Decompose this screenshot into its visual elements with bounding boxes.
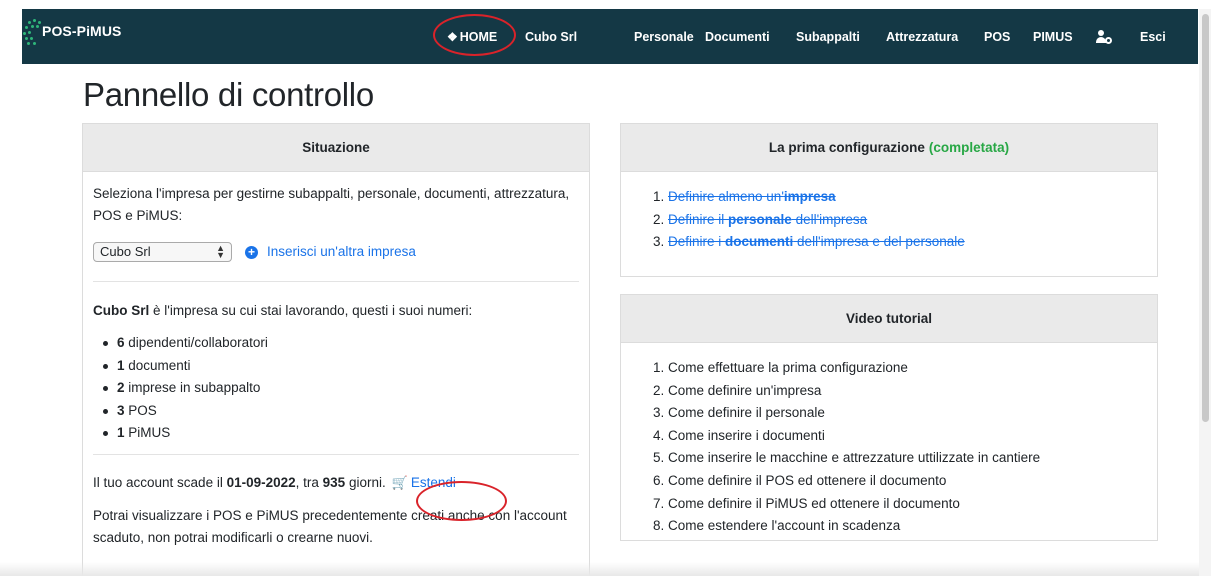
list-item: 2 imprese in subappalto	[101, 377, 579, 400]
company-summary-text: è l'impresa su cui stai lavorando, quest…	[149, 303, 473, 318]
expiry-note: Potrai visualizzare i POS e PiMUS preced…	[93, 507, 567, 545]
nav-subappalti[interactable]: Subappalti	[796, 30, 860, 44]
video-item[interactable]: Come definire il POS ed ottenere il docu…	[668, 470, 1157, 493]
video-tutorial-header: Video tutorial	[621, 295, 1157, 343]
video-item[interactable]: Come inserire i documenti	[668, 425, 1157, 448]
nav-user-settings[interactable]	[1096, 9, 1112, 64]
bottom-edge	[0, 562, 1199, 576]
video-tutorial-card: Video tutorial Come effettuare la prima …	[620, 294, 1158, 541]
nav-logout[interactable]: Esci	[1140, 30, 1166, 44]
video-item[interactable]: Come inserire le macchine e attrezzature…	[668, 447, 1157, 470]
cart-icon[interactable]: 🛒	[392, 472, 408, 494]
config-step-company[interactable]: Definire almeno un'impresa	[668, 186, 1157, 209]
nav-company[interactable]: Cubo Srl	[525, 30, 577, 44]
nav-documenti[interactable]: Documenti	[705, 30, 770, 44]
logo-dots-icon	[22, 19, 50, 49]
nav-pos[interactable]: POS	[984, 30, 1010, 44]
company-stats-list: 6 dipendenti/collaboratori 1 documenti 2…	[101, 332, 579, 445]
situazione-header: Situazione	[83, 124, 589, 172]
nav-attrezzatura[interactable]: Attrezzatura	[886, 30, 958, 44]
expiry-days: 935	[322, 474, 346, 490]
company-select[interactable]: Cubo Srl ▲ ▼	[93, 242, 232, 262]
nav-home[interactable]: ❖ HOME	[447, 9, 497, 64]
list-item: 6 dipendenti/collaboratori	[101, 332, 579, 355]
list-item: 1 documenti	[101, 355, 579, 378]
config-header: La prima configurazione (completata)	[621, 124, 1157, 172]
list-item: 1 PiMUS	[101, 422, 579, 445]
add-company-link[interactable]: Inserisci un'altra impresa	[267, 241, 416, 263]
video-tutorial-list: Come effettuare la prima configurazione …	[621, 357, 1157, 538]
video-item[interactable]: Come definire il personale	[668, 402, 1157, 425]
video-item[interactable]: Come effettuare la prima configurazione	[668, 357, 1157, 380]
select-arrows-icon: ▲ ▼	[216, 243, 225, 260]
plus-circle-icon[interactable]: +	[245, 245, 258, 259]
config-status: (completata)	[928, 140, 1010, 155]
page-title: Pannello di controllo	[83, 76, 374, 113]
config-step-documents[interactable]: Definire i documenti dell'impresa e del …	[668, 231, 1157, 254]
situazione-card: Situazione Seleziona l'impresa per gesti…	[82, 123, 590, 576]
video-item[interactable]: Come estendere l'account in scadenza	[668, 515, 1157, 538]
nav-personale[interactable]: Personale	[634, 30, 694, 44]
video-item[interactable]: Come definire un'impresa	[668, 380, 1157, 403]
nav-pimus[interactable]: PIMUS	[1033, 30, 1073, 44]
situazione-intro: Seleziona l'impresa per gestirne subappa…	[93, 186, 570, 223]
nav-home-label: HOME	[459, 29, 498, 44]
config-card: La prima configurazione(completata) Defi…	[620, 123, 1158, 277]
brand-name: POS-PiMUS	[42, 23, 122, 39]
account-expiry: Il tuo account scade il 01-09-2022, tra …	[93, 472, 579, 494]
company-summary: Cubo Srl è l'impresa su cui stai lavoran…	[93, 300, 579, 322]
config-step-personnel[interactable]: Definire il personale dell'impresa	[668, 209, 1157, 232]
divider	[93, 453, 579, 455]
expiry-date: 01-09-2022	[226, 474, 296, 490]
config-steps-list: Definire almeno un'impresa Definire il p…	[621, 186, 1157, 254]
top-navbar: POS-PiMUS ❖ HOME Cubo Srl Personale Docum…	[22, 9, 1198, 64]
divider	[93, 281, 579, 282]
video-item[interactable]: Come definire il PiMUS ed ottenere il do…	[668, 493, 1157, 516]
brand-logo[interactable]: POS-PiMUS	[22, 19, 121, 49]
scrollbar-thumb[interactable]	[1202, 14, 1209, 422]
company-select-value: Cubo Srl	[100, 244, 151, 259]
home-icon: ❖	[447, 29, 458, 44]
list-item: 3 POS	[101, 400, 579, 423]
extend-link[interactable]: Estendi	[411, 475, 456, 490]
user-cog-icon	[1096, 29, 1112, 44]
company-summary-name: Cubo Srl	[93, 303, 150, 318]
